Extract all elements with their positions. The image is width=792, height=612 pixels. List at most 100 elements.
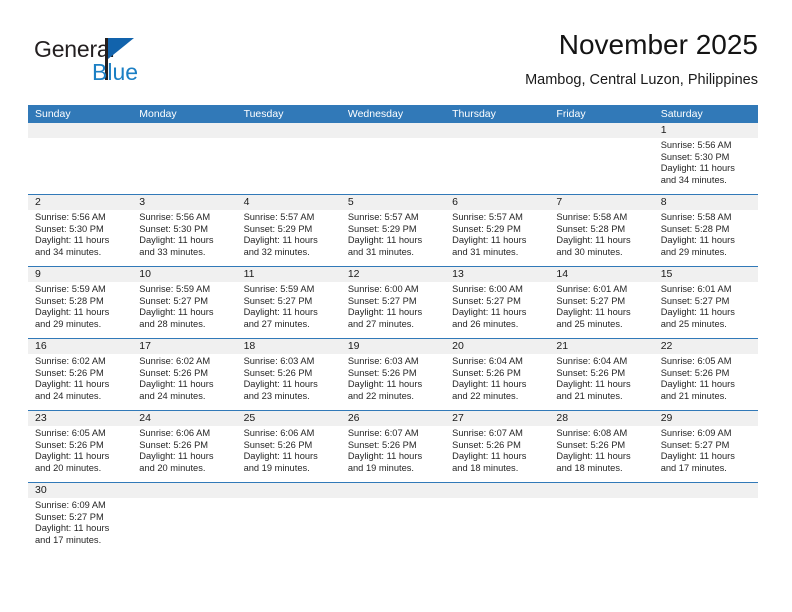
day-number[interactable]: 30 [28,483,132,498]
day-number[interactable]: 29 [654,411,758,426]
day-info-line: Sunrise: 5:57 AM [452,212,523,222]
day-info-line: Sunrise: 5:56 AM [35,212,106,222]
day-cell[interactable]: Sunrise: 6:07 AM Sunset: 5:26 PM Daylight:… [341,426,445,482]
day-number[interactable]: 18 [237,339,341,354]
day-cell[interactable]: Sunrise: 6:06 AM Sunset: 5:26 PM Daylight:… [132,426,236,482]
day-cell[interactable]: Sunrise: 5:58 AM Sunset: 5:28 PM Daylight:… [549,210,653,266]
day-number-empty [341,123,445,138]
day-info-line: and 31 minutes. [452,246,519,257]
day-number[interactable]: 19 [341,339,445,354]
day-number[interactable]: 2 [28,195,132,210]
day-number[interactable]: 5 [341,195,445,210]
day-cell[interactable]: Sunrise: 6:05 AM Sunset: 5:26 PM Daylight:… [28,426,132,482]
day-cell[interactable]: Sunrise: 5:56 AM Sunset: 5:30 PM Daylight:… [654,138,758,194]
day-number[interactable]: 7 [549,195,653,210]
day-info-line: Sunrise: 5:58 AM [556,212,628,222]
day-number-band: 23 24 25 26 27 28 29 [28,411,758,426]
day-info-line: and 29 minutes. [35,318,102,329]
day-cell[interactable]: Sunrise: 6:03 AM Sunset: 5:26 PM Daylight:… [341,354,445,410]
day-info-line: and 17 minutes. [35,534,102,545]
day-info-line: Sunrise: 5:57 AM [243,212,315,222]
day-cell[interactable]: Sunrise: 6:02 AM Sunset: 5:26 PM Daylight:… [28,354,132,410]
day-detail-band: Sunrise: 6:05 AM Sunset: 5:26 PM Daylight:… [28,426,758,482]
day-number[interactable]: 21 [549,339,653,354]
day-number[interactable]: 16 [28,339,132,354]
day-number[interactable]: 26 [341,411,445,426]
day-cell[interactable]: Sunrise: 5:57 AM Sunset: 5:29 PM Daylight:… [237,210,341,266]
day-info-line: Daylight: 11 hours [139,451,214,462]
day-info-line: Sunset: 5:26 PM [452,367,521,378]
day-info-line: Sunrise: 6:00 AM [452,284,523,294]
day-info-line: Sunset: 5:30 PM [139,223,209,234]
day-info-line: Daylight: 11 hours [556,235,631,246]
day-number[interactable]: 28 [549,411,653,426]
day-cell[interactable]: Sunrise: 6:03 AM Sunset: 5:26 PM Daylight:… [237,354,341,410]
day-cell[interactable]: Sunrise: 5:59 AM Sunset: 5:27 PM Daylight:… [132,282,236,338]
day-number[interactable]: 9 [28,267,132,282]
day-cell[interactable]: Sunrise: 5:59 AM Sunset: 5:27 PM Daylight:… [237,282,341,338]
weekday-header-monday: Monday [139,108,177,120]
day-number[interactable]: 23 [28,411,132,426]
day-number-empty [132,123,236,138]
day-info-line: and 34 minutes. [660,174,727,185]
day-info-line: Daylight: 11 hours [243,451,318,462]
day-info-line: Daylight: 11 hours [452,451,527,462]
day-cell[interactable]: Sunrise: 5:56 AM Sunset: 5:30 PM Daylight:… [132,210,236,266]
day-cell[interactable]: Sunrise: 6:06 AM Sunset: 5:26 PM Daylight:… [237,426,341,482]
day-cell[interactable]: Sunrise: 6:00 AM Sunset: 5:27 PM Daylight:… [445,282,549,338]
day-cell[interactable]: Sunrise: 6:04 AM Sunset: 5:26 PM Daylight:… [549,354,653,410]
day-info-line: Sunset: 5:30 PM [660,151,730,162]
day-number[interactable]: 8 [654,195,758,210]
day-number[interactable]: 27 [445,411,549,426]
day-info-line: Sunrise: 6:03 AM [347,356,419,366]
day-number[interactable]: 1 [654,123,758,138]
day-info-line: and 27 minutes. [243,318,310,329]
day-number[interactable]: 17 [132,339,236,354]
day-info-line: Sunrise: 6:06 AM [243,428,315,438]
day-cell[interactable]: Sunrise: 5:58 AM Sunset: 5:28 PM Daylight:… [654,210,758,266]
day-cell[interactable]: Sunrise: 5:59 AM Sunset: 5:28 PM Daylight:… [28,282,132,338]
day-info-line: Sunrise: 6:07 AM [452,428,523,438]
day-cell[interactable]: Sunrise: 6:05 AM Sunset: 5:26 PM Daylight:… [654,354,758,410]
day-number-band: 30 [28,483,758,498]
day-cell[interactable]: Sunrise: 5:57 AM Sunset: 5:29 PM Daylight:… [341,210,445,266]
day-cell[interactable]: Sunrise: 5:56 AM Sunset: 5:30 PM Daylight:… [28,210,132,266]
day-number[interactable]: 25 [237,411,341,426]
day-number-band: 2345678 [28,195,758,210]
day-cell[interactable]: Sunrise: 6:01 AM Sunset: 5:27 PM Daylight:… [654,282,758,338]
day-number[interactable]: 3 [132,195,236,210]
day-cell[interactable]: Sunrise: 6:00 AM Sunset: 5:27 PM Daylight:… [341,282,445,338]
day-cell[interactable]: Sunrise: 5:57 AM Sunset: 5:29 PM Daylight:… [445,210,549,266]
day-cell[interactable]: Sunrise: 6:01 AM Sunset: 5:27 PM Daylight:… [549,282,653,338]
weekday-header-thursday: Thursday [452,108,496,120]
day-cell[interactable]: Sunrise: 6:09 AM Sunset: 5:27 PM Daylight:… [654,426,758,482]
day-cell[interactable]: Sunrise: 6:02 AM Sunset: 5:26 PM Daylight:… [132,354,236,410]
day-number[interactable]: 15 [654,267,758,282]
day-number[interactable]: 11 [237,267,341,282]
calendar-week-row: 9 10 11 12 13 14 15 Sunrise: 5:59 AM Sunset: 5:2… [28,266,758,338]
day-number[interactable]: 20 [445,339,549,354]
day-number[interactable]: 4 [237,195,341,210]
day-cell[interactable]: Sunrise: 6:04 AM Sunset: 5:26 PM Daylight:… [445,354,549,410]
day-number[interactable]: 22 [654,339,758,354]
day-info-line: Daylight: 11 hours [452,379,527,390]
day-number-empty [445,483,549,498]
day-cell[interactable]: Sunrise: 6:09 AM Sunset: 5:27 PM Daylight:… [28,498,132,554]
day-number[interactable]: 10 [132,267,236,282]
general-blue-logo: General Blue [34,36,214,92]
day-info-line: Sunset: 5:26 PM [347,367,417,378]
day-cell[interactable]: Sunrise: 6:07 AM Sunset: 5:26 PM Daylight:… [445,426,549,482]
day-number[interactable]: 24 [132,411,236,426]
day-number[interactable]: 14 [549,267,653,282]
day-info-line: and 31 minutes. [347,246,414,257]
day-info-line: Daylight: 11 hours [243,307,318,318]
day-number[interactable]: 13 [445,267,549,282]
day-cell[interactable]: Sunrise: 6:08 AM Sunset: 5:26 PM Daylight:… [549,426,653,482]
day-info-line: Sunrise: 6:08 AM [556,428,628,438]
day-info-line: Sunset: 5:27 PM [452,295,521,306]
day-info-line: Daylight: 11 hours [35,235,110,246]
day-number[interactable]: 12 [341,267,445,282]
day-info-line: and 34 minutes. [35,246,102,257]
day-number[interactable]: 6 [445,195,549,210]
day-info-line: Sunrise: 6:03 AM [243,356,315,366]
